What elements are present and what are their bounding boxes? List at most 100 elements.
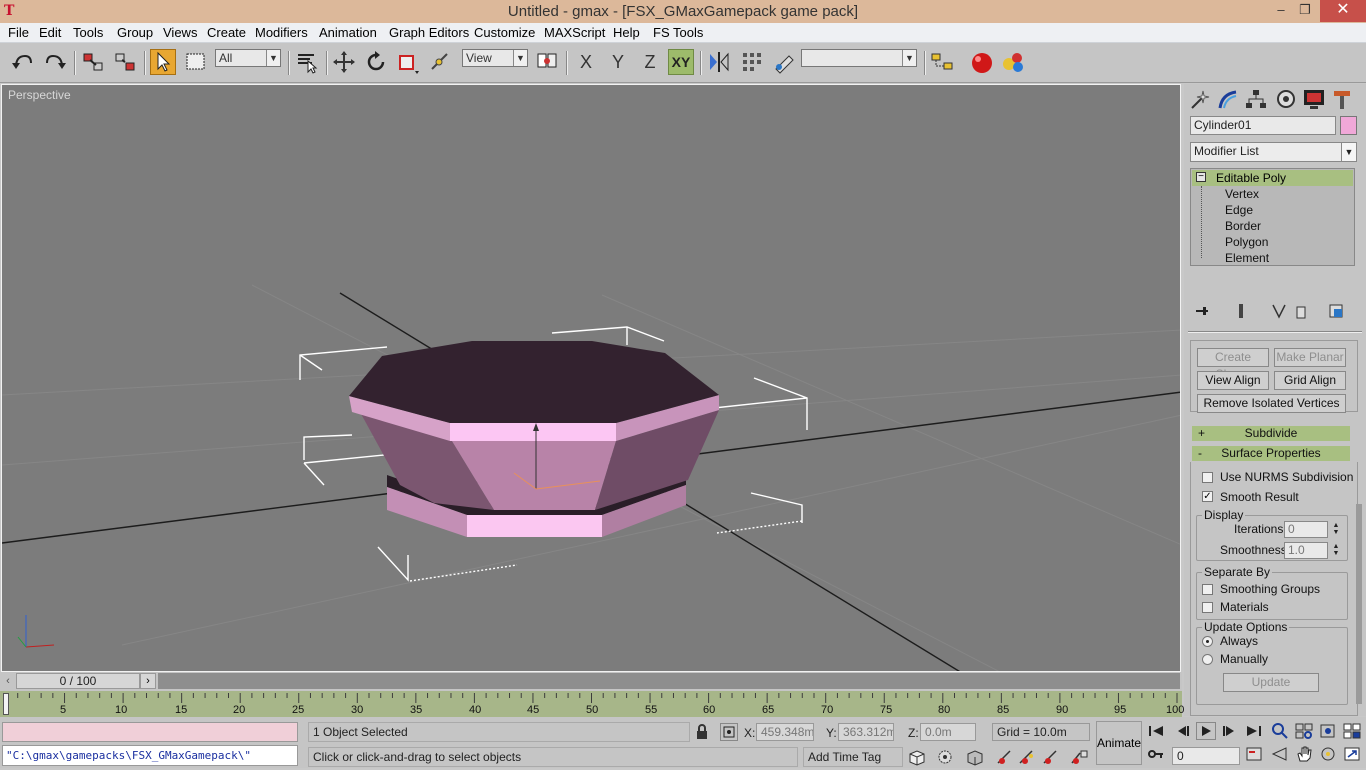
- restrict-x-button[interactable]: X: [573, 49, 599, 75]
- iterations-spinner[interactable]: ▲ ▼: [1331, 522, 1341, 538]
- field-of-view-button[interactable]: [1270, 745, 1290, 763]
- reference-coordinate-dropdown[interactable]: View ▼: [462, 49, 528, 67]
- make-planar-button[interactable]: Make Planar: [1274, 348, 1346, 367]
- update-button[interactable]: Update: [1223, 673, 1319, 692]
- surface-properties-rollout-header[interactable]: - Surface Properties: [1192, 446, 1350, 461]
- configure-modifier-sets-button[interactable]: [1328, 303, 1346, 319]
- maximize-viewport-button[interactable]: [1342, 745, 1362, 763]
- subobject-element[interactable]: Element: [1225, 251, 1269, 265]
- smoothness-spinner[interactable]: ▲ ▼: [1331, 543, 1341, 559]
- zoom-extents-button[interactable]: [1318, 722, 1338, 740]
- perspective-viewport[interactable]: Perspective: [1, 84, 1181, 672]
- use-nurms-checkbox[interactable]: [1202, 472, 1213, 483]
- menu-tools[interactable]: Tools: [73, 25, 103, 40]
- mirror-button[interactable]: [706, 49, 732, 75]
- spinner-snap-button[interactable]: [1040, 747, 1062, 767]
- named-selection-dropdown[interactable]: ▼: [801, 49, 917, 67]
- select-and-link-button[interactable]: [80, 49, 106, 75]
- smoothness-input[interactable]: 1.0: [1284, 542, 1328, 559]
- iterations-input[interactable]: 0: [1284, 521, 1328, 538]
- align-button[interactable]: [771, 49, 797, 75]
- menu-fs-tools[interactable]: FS Tools: [653, 25, 703, 40]
- select-by-name-button[interactable]: [294, 49, 320, 75]
- create-tab[interactable]: [1188, 88, 1212, 110]
- schematic-view-button[interactable]: [929, 49, 955, 75]
- pivot-center-button[interactable]: [535, 49, 561, 75]
- subdivide-rollout-header[interactable]: + Subdivide: [1192, 426, 1350, 441]
- menu-create[interactable]: Create: [207, 25, 246, 40]
- select-and-rotate-button[interactable]: [363, 49, 389, 75]
- show-end-result-button[interactable]: [1232, 303, 1250, 319]
- menu-maxscript[interactable]: MAXScript: [544, 25, 605, 40]
- menu-help[interactable]: Help: [613, 25, 640, 40]
- display-tab[interactable]: [1302, 88, 1326, 110]
- select-and-move-button[interactable]: [331, 49, 357, 75]
- subobject-vertex[interactable]: Vertex: [1225, 187, 1259, 201]
- animate-button[interactable]: Animate: [1096, 721, 1142, 765]
- snap-3d-button[interactable]: [964, 747, 986, 767]
- object-color-swatch[interactable]: [1340, 116, 1357, 135]
- time-slider-track[interactable]: [158, 673, 1180, 689]
- track-bar[interactable]: 5 10 15 20 25 30 35 40 45 50 55 60 65 70…: [0, 691, 1184, 717]
- time-slider-next[interactable]: ›: [140, 673, 156, 689]
- time-slider-thumb[interactable]: 0 / 100: [16, 673, 140, 689]
- menu-edit[interactable]: Edit: [39, 25, 61, 40]
- menu-animation[interactable]: Animation: [319, 25, 377, 40]
- select-and-scale-button[interactable]: [395, 49, 421, 75]
- motion-tab[interactable]: [1274, 88, 1298, 110]
- x-coord-field[interactable]: 459.348m: [756, 723, 814, 741]
- selection-filter-dropdown[interactable]: All ▼: [215, 49, 281, 67]
- create-shape-button[interactable]: Create Shape: [1197, 348, 1269, 381]
- time-configuration-button[interactable]: [1244, 745, 1264, 763]
- utilities-tab[interactable]: [1330, 88, 1354, 110]
- materials-checkbox[interactable]: [1202, 602, 1213, 613]
- play-button[interactable]: [1196, 722, 1216, 740]
- selection-lock-button[interactable]: [694, 723, 710, 741]
- key-mode-button[interactable]: [1146, 745, 1166, 763]
- zoom-extents-all-button[interactable]: [1342, 722, 1362, 740]
- make-unique-button[interactable]: [1270, 303, 1288, 319]
- menu-file[interactable]: File: [8, 25, 29, 40]
- arc-rotate-button[interactable]: [1318, 745, 1338, 763]
- maxscript-listener-input[interactable]: "C:\gmax\gamepacks\FSX_GMaxGamepack\": [2, 745, 298, 766]
- manually-radio[interactable]: [1202, 654, 1213, 665]
- selection-toggle-button[interactable]: [906, 747, 928, 767]
- smooth-result-checkbox[interactable]: ✓: [1202, 491, 1213, 502]
- subobject-edge[interactable]: Edge: [1225, 203, 1253, 217]
- edit-named-selections-button[interactable]: [1068, 747, 1090, 767]
- select-object-button[interactable]: [150, 49, 176, 75]
- always-radio[interactable]: [1202, 636, 1213, 647]
- array-button[interactable]: [739, 49, 765, 75]
- grid-align-button[interactable]: Grid Align: [1274, 371, 1346, 390]
- remove-modifier-button[interactable]: [1292, 303, 1310, 319]
- material-editor-button[interactable]: [1000, 49, 1026, 75]
- modify-tab[interactable]: [1216, 88, 1240, 110]
- y-coord-field[interactable]: 363.312m: [838, 723, 894, 741]
- menu-customize[interactable]: Customize: [474, 25, 535, 40]
- menu-graph-editors[interactable]: Graph Editors: [389, 25, 469, 40]
- zoom-all-button[interactable]: [1294, 722, 1314, 740]
- add-time-tag-button[interactable]: Add Time Tag: [803, 747, 903, 767]
- go-to-end-button[interactable]: [1244, 722, 1264, 740]
- restrict-xy-button[interactable]: XY: [668, 49, 694, 75]
- pin-stack-button[interactable]: [1194, 303, 1212, 319]
- view-align-button[interactable]: View Align: [1197, 371, 1269, 390]
- menu-views[interactable]: Views: [163, 25, 197, 40]
- rectangular-selection-button[interactable]: [183, 49, 209, 75]
- menu-group[interactable]: Group: [117, 25, 153, 40]
- manipulate-button[interactable]: [427, 49, 453, 75]
- redo-button[interactable]: [42, 49, 68, 75]
- object-name-field[interactable]: Cylinder01: [1190, 116, 1336, 135]
- angle-snap-button[interactable]: [994, 747, 1016, 767]
- time-slider-prev[interactable]: ‹: [0, 673, 16, 689]
- maxscript-listener-output[interactable]: [2, 722, 298, 742]
- menu-modifiers[interactable]: Modifiers: [255, 25, 308, 40]
- next-frame-button[interactable]: [1220, 722, 1240, 740]
- maximize-button[interactable]: ❐: [1290, 0, 1320, 22]
- pan-button[interactable]: [1294, 745, 1314, 763]
- panel-scrollbar[interactable]: [1356, 504, 1362, 704]
- unlink-selection-button[interactable]: [112, 49, 138, 75]
- restrict-z-button[interactable]: Z: [637, 49, 663, 75]
- collapse-icon[interactable]: −: [1196, 172, 1206, 182]
- stack-item-editable-poly[interactable]: − Editable Poly: [1192, 170, 1353, 186]
